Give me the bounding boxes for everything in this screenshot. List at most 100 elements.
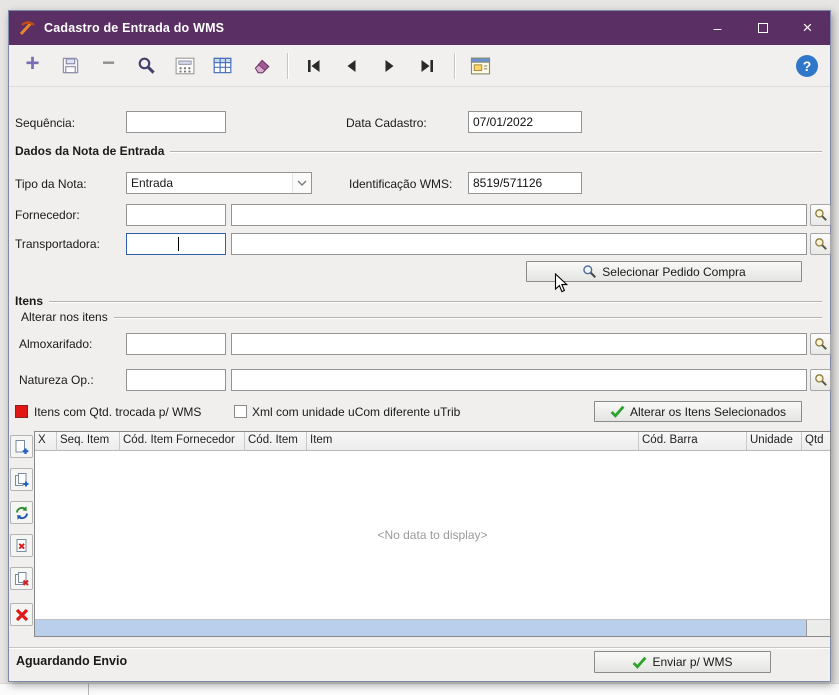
natureza-code-input[interactable] xyxy=(126,369,226,391)
minimize-button[interactable]: – xyxy=(695,11,740,45)
nav-previous-button[interactable] xyxy=(336,50,367,81)
fornecedor-lookup-button[interactable] xyxy=(810,204,831,226)
delete-button[interactable]: − xyxy=(93,50,124,81)
help-button[interactable]: ? xyxy=(796,54,818,77)
grid-column-header[interactable]: Unidade xyxy=(747,432,802,450)
almoxarifado-name-input[interactable] xyxy=(231,333,807,355)
red-legend-square xyxy=(15,405,28,418)
app-icon xyxy=(19,21,35,36)
window-controls: – × xyxy=(695,11,830,45)
nota-group-header: Dados da Nota de Entrada xyxy=(15,144,822,158)
grid-cancel-button[interactable] xyxy=(10,603,33,626)
save-button[interactable] xyxy=(55,50,86,81)
search-icon xyxy=(138,57,155,74)
add-button[interactable]: + xyxy=(17,50,48,81)
items-grid: X Seq. Item Cód. Item Fornecedor Cód. It… xyxy=(34,431,831,637)
grid-column-header[interactable]: Qtd xyxy=(802,432,830,450)
grid-delete-row-button[interactable] xyxy=(10,534,33,557)
grid-copy-rows-button[interactable] xyxy=(10,468,33,491)
grid-body: <No data to display> xyxy=(35,451,830,619)
nav-last-button[interactable] xyxy=(412,50,443,81)
alterar-itens-button[interactable]: Alterar os Itens Selecionados xyxy=(594,401,802,422)
enviar-wms-label: Enviar p/ WMS xyxy=(652,655,733,669)
statusbar-divider xyxy=(9,647,830,648)
form-view-button[interactable] xyxy=(465,50,496,81)
green-check-icon xyxy=(610,405,625,418)
clear-button[interactable] xyxy=(245,50,276,81)
grid-column-header[interactable]: Cód. Item Fornecedor xyxy=(120,432,245,450)
nav-next-button[interactable] xyxy=(374,50,405,81)
table-icon xyxy=(213,57,232,74)
nota-group-title: Dados da Nota de Entrada xyxy=(15,144,165,158)
grid-bottom-bar xyxy=(35,619,830,636)
save-icon xyxy=(62,57,79,74)
lookup-magnifier-icon xyxy=(814,238,827,250)
maximize-icon xyxy=(757,23,768,33)
group-divider xyxy=(113,317,822,318)
identificacao-input[interactable] xyxy=(468,172,582,194)
transportadora-label: Transportadora: xyxy=(15,237,100,251)
transportadora-name-input[interactable] xyxy=(231,233,807,255)
almoxarifado-label: Almoxarifado: xyxy=(19,337,93,351)
close-button[interactable]: × xyxy=(785,11,830,45)
natureza-label: Natureza Op.: xyxy=(19,373,94,387)
nav-first-button[interactable] xyxy=(298,50,329,81)
almoxarifado-code-input[interactable] xyxy=(126,333,226,355)
fornecedor-name-input[interactable] xyxy=(231,204,807,226)
grid-column-header[interactable]: Cód. Item xyxy=(245,432,307,450)
grid-delete-all-button[interactable] xyxy=(10,567,33,590)
lookup-magnifier-icon xyxy=(814,374,827,386)
minimize-icon: – xyxy=(713,20,722,36)
add-row-icon xyxy=(15,439,28,454)
data-cadastro-label: Data Cadastro: xyxy=(346,116,427,130)
green-check-icon xyxy=(633,656,647,669)
titlebar[interactable]: Cadastro de Entrada do WMS – × xyxy=(9,11,830,45)
lookup-magnifier-icon xyxy=(814,209,827,221)
enviar-wms-button[interactable]: Enviar p/ WMS xyxy=(594,651,771,673)
grid-column-header[interactable]: Seq. Item xyxy=(57,432,120,450)
search-magnifier-icon xyxy=(583,265,597,279)
maximize-button[interactable] xyxy=(740,11,785,45)
alterar-itens-label: Alterar os Itens Selecionados xyxy=(629,404,787,419)
grid-column-header[interactable]: X xyxy=(35,432,57,450)
grid-column-header[interactable]: Item xyxy=(307,432,639,450)
search-button[interactable] xyxy=(131,50,162,81)
tipo-nota-value: Entrada xyxy=(131,176,174,190)
plus-icon: + xyxy=(25,50,40,77)
nav-next-icon xyxy=(385,59,394,72)
grid-column-header[interactable]: Cód. Barra xyxy=(639,432,747,450)
grid-empty-message: <No data to display> xyxy=(377,528,488,542)
eraser-icon xyxy=(254,59,270,73)
minus-icon: − xyxy=(102,50,115,75)
natureza-name-input[interactable] xyxy=(231,369,807,391)
calculator-icon xyxy=(175,57,194,74)
fornecedor-code-input[interactable] xyxy=(126,204,226,226)
group-divider xyxy=(170,151,822,152)
help-icon: ? xyxy=(802,57,812,74)
cancel-x-icon xyxy=(15,608,28,621)
natureza-lookup-button[interactable] xyxy=(810,369,831,391)
tipo-nota-label: Tipo da Nota: xyxy=(15,177,87,191)
almoxarifado-lookup-button[interactable] xyxy=(810,333,831,355)
legend-label: Itens com Qtd. trocada p/ WMS xyxy=(34,405,202,419)
calculator-button[interactable] xyxy=(169,50,200,81)
form-icon xyxy=(470,57,491,74)
tipo-nota-select[interactable]: Entrada xyxy=(126,172,312,194)
transportadora-code-input[interactable] xyxy=(126,233,226,255)
scrollbar-corner xyxy=(806,620,830,636)
data-cadastro-input[interactable] xyxy=(468,111,582,133)
alterar-subgroup-header: Alterar nos itens xyxy=(21,310,822,324)
table-view-button[interactable] xyxy=(207,50,238,81)
transportadora-lookup-button[interactable] xyxy=(810,233,831,255)
grid-horizontal-scrollbar[interactable] xyxy=(35,620,806,636)
nav-previous-icon xyxy=(347,59,356,72)
sequencia-input[interactable] xyxy=(126,111,226,133)
xml-unidade-checkbox-label: Xml com unidade uCom diferente uTrib xyxy=(252,405,461,419)
xml-unidade-checkbox[interactable] xyxy=(234,405,247,418)
grid-refresh-button[interactable] xyxy=(10,501,33,524)
itens-group-title: Itens xyxy=(15,294,44,308)
toolbar-separator xyxy=(454,52,455,79)
grid-add-row-button[interactable] xyxy=(10,435,33,458)
lookup-magnifier-icon xyxy=(814,338,827,350)
nav-first-icon xyxy=(308,59,320,72)
